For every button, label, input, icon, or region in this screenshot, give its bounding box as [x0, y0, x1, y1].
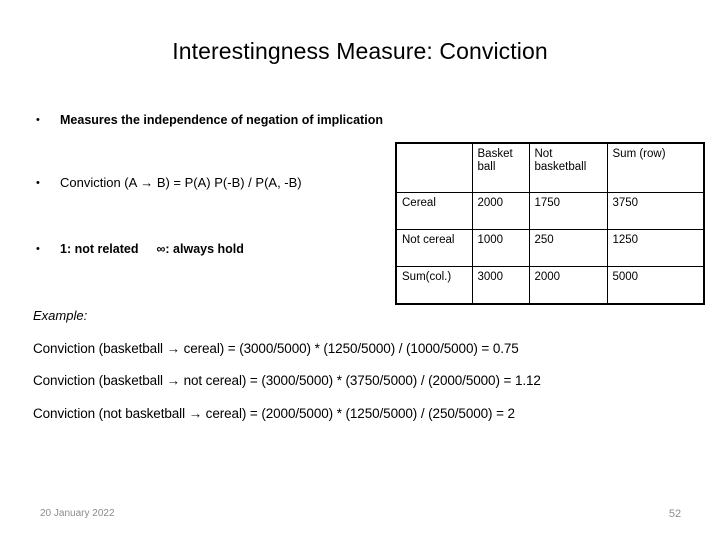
- footer-date: 20 January 2022: [40, 508, 115, 519]
- cell-not-cereal-basketball: 1000: [471, 229, 530, 267]
- cell-cereal-not-basketball: 1750: [528, 192, 608, 230]
- cell-cereal-sum: 3750: [606, 192, 705, 230]
- example-heading: Example:: [33, 308, 88, 323]
- bullet-label-3a: 1: not related: [60, 242, 139, 256]
- contingency-table: Basket ball Not basketball Sum (row) Cer…: [395, 142, 705, 305]
- table-header-corner: [395, 142, 473, 193]
- row-label-cereal: Cereal: [395, 192, 473, 230]
- bullet-item-3: • 1: not related ∞: always hold: [30, 239, 244, 259]
- bullet-label-2: Conviction (A → B) = P(A) P(-B) / P(A, -…: [60, 175, 302, 190]
- cell-cereal-basketball: 2000: [471, 192, 530, 230]
- row-label-sum-col: Sum(col.): [395, 266, 473, 305]
- table-header-not-basketball: Not basketball: [528, 142, 608, 193]
- table-header-row: Basket ball Not basketball Sum (row): [395, 142, 705, 193]
- calculation-line-2: Conviction (basketball → not cereal) = (…: [33, 373, 541, 388]
- table-header-sum-row: Sum (row): [606, 142, 705, 193]
- bullet-label-1: Measures the independence of negation of…: [60, 113, 383, 127]
- bullet-label-3b: ∞: always hold: [156, 242, 244, 256]
- bullet-dot-icon: •: [36, 177, 40, 189]
- table-header-basketball: Basket ball: [471, 142, 530, 193]
- bullet-item-1: • Measures the independence of negation …: [30, 110, 383, 130]
- cell-not-cereal-sum: 1250: [606, 229, 705, 267]
- bullet-dot-icon: •: [36, 114, 40, 126]
- bullet-dot-icon: •: [36, 243, 40, 255]
- calculation-line-3: Conviction (not basketball → cereal) = (…: [33, 406, 515, 421]
- page-title: Interestingness Measure: Conviction: [172, 38, 548, 64]
- cell-sum-not-basketball: 2000: [528, 266, 608, 305]
- cell-grand-total: 5000: [606, 266, 705, 305]
- calculation-line-1: Conviction (basketball → cereal) = (3000…: [33, 341, 519, 356]
- table-row: Cereal 2000 1750 3750: [395, 192, 705, 230]
- table-row: Sum(col.) 3000 2000 5000: [395, 266, 705, 305]
- cell-not-cereal-not-basketball: 250: [528, 229, 608, 267]
- footer-page-number: 52: [668, 508, 682, 520]
- row-label-not-cereal: Not cereal: [395, 229, 473, 267]
- bullet-item-2: • Conviction (A → B) = P(A) P(-B) / P(A,…: [30, 173, 302, 193]
- table-row: Not cereal 1000 250 1250: [395, 229, 705, 267]
- cell-sum-basketball: 3000: [471, 266, 530, 305]
- slide-canvas: Interestingness Measure: Conviction • Me…: [0, 0, 720, 540]
